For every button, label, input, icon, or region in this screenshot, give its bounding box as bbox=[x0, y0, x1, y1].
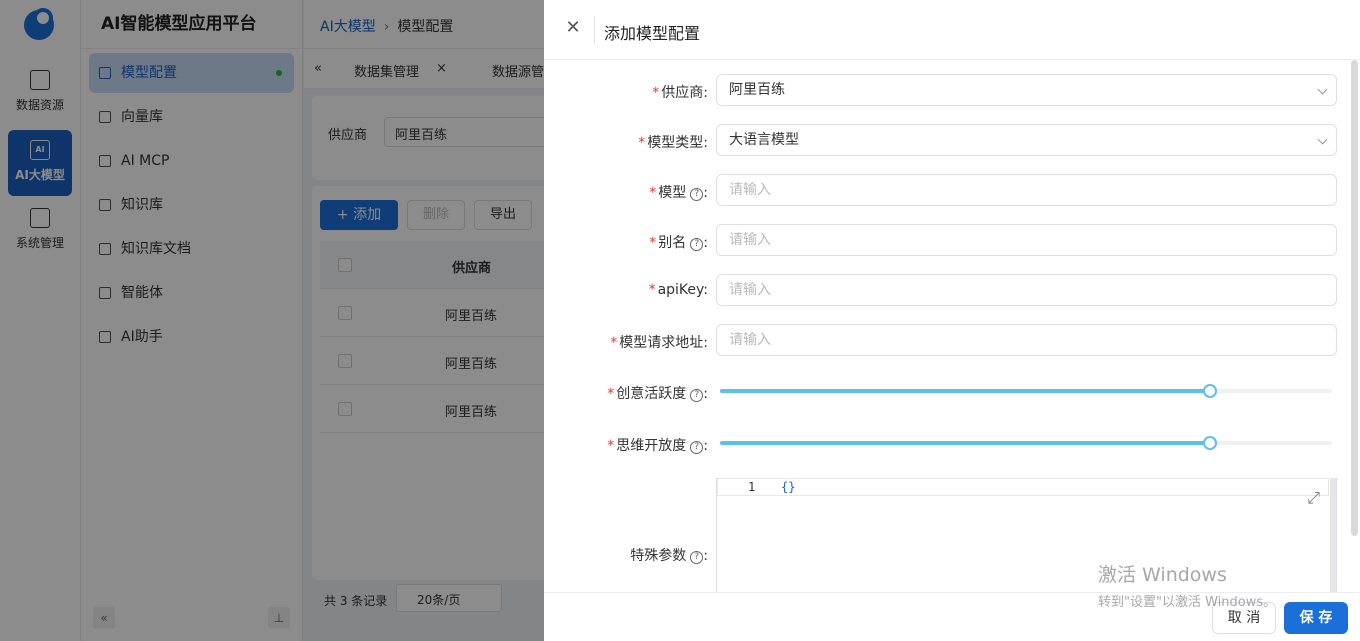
url-label: * 模型请求地址: bbox=[610, 335, 708, 351]
windows-activation-watermark: 激活 Windows 转到"设置"以激活 Windows。 bbox=[1098, 560, 1276, 610]
form-row-vendor: * 供应商: 阿里百练 bbox=[544, 74, 1360, 106]
slider-fill bbox=[720, 389, 1210, 393]
model-label: * 模型?: bbox=[649, 185, 708, 201]
slider-fill bbox=[720, 441, 1210, 445]
model-input[interactable]: 请输入 bbox=[716, 174, 1337, 206]
close-icon[interactable]: ✕ bbox=[564, 19, 582, 37]
drawer-header: ✕ 添加模型配置 bbox=[544, 0, 1360, 60]
apikey-label: * apiKey: bbox=[648, 282, 708, 298]
form-row-url: * 模型请求地址: 请输入 bbox=[544, 324, 1360, 356]
expand-icon[interactable]: ⤢ bbox=[1307, 488, 1320, 508]
creativity-label: * 创意活跃度?: bbox=[607, 386, 708, 402]
slider-handle[interactable] bbox=[1202, 384, 1217, 398]
alias-label: * 别名?: bbox=[649, 235, 708, 251]
help-icon[interactable]: ? bbox=[690, 441, 704, 454]
save-button[interactable]: 保 存 bbox=[1284, 602, 1348, 634]
drawer-title: 添加模型配置 bbox=[604, 24, 701, 43]
vendor-select[interactable]: 阿里百练 bbox=[716, 74, 1337, 106]
url-input[interactable]: 请输入 bbox=[716, 324, 1337, 356]
current-line bbox=[717, 478, 1329, 496]
chevron-down-icon bbox=[1317, 134, 1328, 145]
help-icon[interactable]: ? bbox=[690, 238, 704, 251]
form-row-creativity: * 创意活跃度?: bbox=[544, 375, 1360, 407]
form-row-model-type: * 模型类型: 大语言模型 bbox=[544, 124, 1360, 156]
openness-label: * 思维开放度?: bbox=[607, 438, 708, 454]
help-icon[interactable]: ? bbox=[690, 188, 704, 201]
help-icon[interactable]: ? bbox=[690, 551, 704, 564]
editor-code[interactable]: {} bbox=[781, 480, 795, 494]
help-icon[interactable]: ? bbox=[690, 389, 704, 402]
add-model-drawer: ✕ 添加模型配置 * 供应商: 阿里百练 * 模型类型: 大语言模型 * 模型?: 请… bbox=[544, 0, 1360, 641]
line-number: 1 bbox=[748, 480, 756, 494]
creativity-slider[interactable] bbox=[720, 384, 1332, 398]
editor-scrollbar[interactable] bbox=[1330, 478, 1336, 598]
vendor-label: * 供应商: bbox=[652, 85, 708, 101]
chevron-down-icon bbox=[1317, 84, 1328, 95]
alias-input[interactable]: 请输入 bbox=[716, 224, 1337, 256]
model-type-label: * 模型类型: bbox=[638, 135, 708, 151]
form-row-alias: * 别名?: 请输入 bbox=[544, 224, 1360, 256]
drawer-scrollbar[interactable] bbox=[1351, 60, 1358, 536]
apikey-input[interactable]: 请输入 bbox=[716, 274, 1337, 306]
form-row-model: * 模型?: 请输入 bbox=[544, 174, 1360, 206]
model-type-select[interactable]: 大语言模型 bbox=[716, 124, 1337, 156]
slider-handle[interactable] bbox=[1202, 436, 1217, 450]
form-row-apikey: * apiKey: 请输入 bbox=[544, 274, 1360, 306]
special-label: 特殊参数?: bbox=[630, 548, 708, 564]
form-row-openness: * 思维开放度?: bbox=[544, 427, 1360, 459]
openness-slider[interactable] bbox=[720, 436, 1332, 450]
header-divider bbox=[594, 16, 595, 44]
watermark-line-1: 激活 Windows bbox=[1098, 564, 1227, 586]
watermark-line-2: 转到"设置"以激活 Windows。 bbox=[1098, 595, 1277, 610]
